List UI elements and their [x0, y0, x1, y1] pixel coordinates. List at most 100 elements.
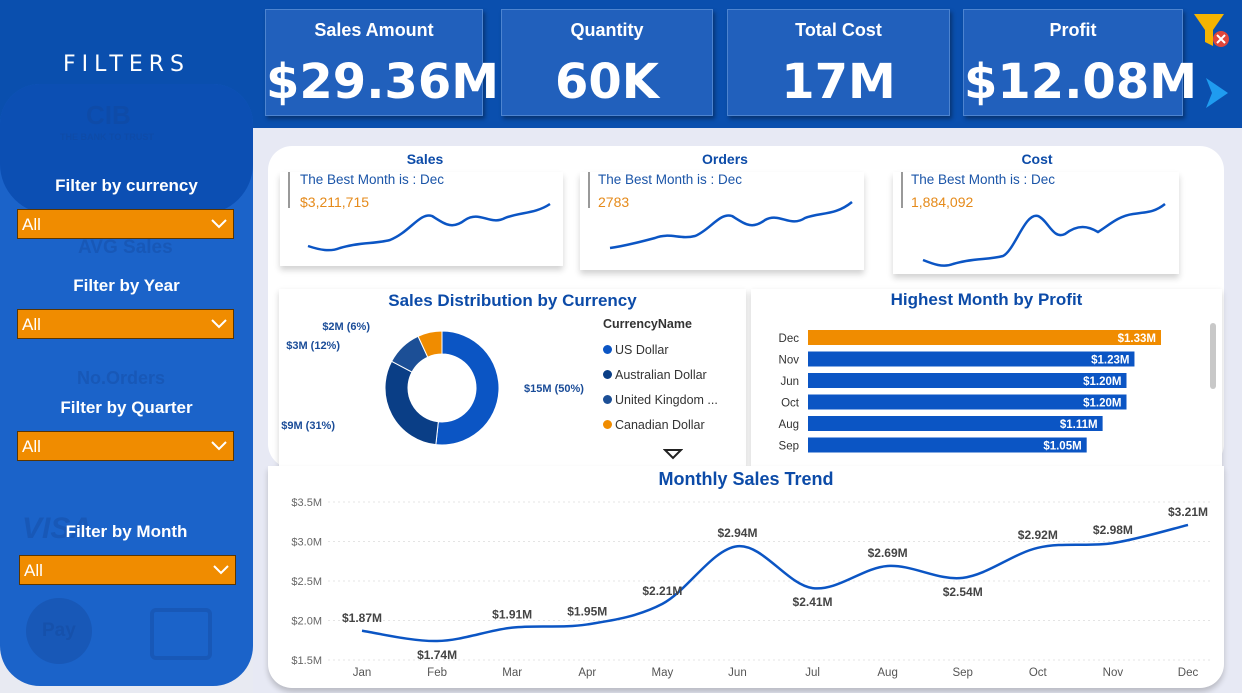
bar-category-label: Dec: [779, 333, 800, 345]
donut-data-label: $15M (50%): [524, 383, 584, 395]
chevron-down-icon: [211, 441, 227, 451]
bar[interactable]: [808, 416, 1103, 431]
spark-cost-card: The Best Month is : Dec 1,884,092: [893, 172, 1179, 274]
filter-month-label: Filter by Month: [65, 522, 188, 541]
bar-data-label: $1.33M: [1118, 333, 1156, 345]
legend-dot-icon: [603, 420, 612, 429]
legend-dot-icon: [603, 370, 612, 379]
data-label: $1.87M: [342, 611, 382, 625]
bar[interactable]: [808, 351, 1135, 367]
bar-data-label: $1.20M: [1083, 398, 1121, 410]
data-label: $2.41M: [793, 595, 833, 609]
currency-dropdown[interactable]: All: [17, 209, 234, 239]
x-tick-label: Sep: [952, 667, 972, 679]
chevron-down-icon: [211, 319, 227, 329]
data-label: $2.94M: [717, 526, 757, 540]
x-tick-label: Aug: [877, 667, 897, 679]
filter-currency-label: Filter by currency: [55, 176, 198, 195]
y-tick-label: $3.0M: [291, 537, 322, 549]
data-label: $1.74M: [417, 648, 457, 662]
legend-dot-icon: [603, 395, 612, 404]
x-tick-label: May: [651, 667, 673, 679]
x-tick-label: Mar: [502, 667, 522, 679]
bar[interactable]: [808, 373, 1127, 388]
spark-cost-title: Cost: [1021, 151, 1053, 167]
kpi-value: 60K: [555, 54, 659, 110]
legend-item[interactable]: United Kingdom ...: [603, 387, 718, 412]
bar-category-label: Sep: [779, 441, 799, 453]
kpi-value: 17M: [781, 54, 896, 110]
series-line[interactable]: [361, 523, 1189, 643]
legend-label: Canadian Dollar: [615, 417, 705, 432]
data-label: $2.54M: [943, 585, 983, 599]
legend-dot-icon: [603, 345, 612, 354]
legend-label: US Dollar: [615, 342, 669, 357]
pay-watermark: Pay: [42, 620, 76, 641]
donut-slice[interactable]: [384, 360, 439, 446]
donut-data-label: $9M (31%): [281, 420, 335, 432]
x-tick-label: Apr: [578, 667, 596, 679]
data-label: $2.92M: [1018, 528, 1058, 542]
kpi-title: Sales Amount: [314, 20, 434, 40]
x-tick-label: Jun: [728, 667, 747, 679]
data-label: $2.21M: [642, 584, 682, 598]
kpi-card-total-cost: Total Cost 17M: [727, 9, 950, 116]
currency-distribution-panel: Sales Distribution by Currency $15M (50%…: [279, 289, 746, 468]
spark-orders-line: [609, 201, 853, 250]
legend-item[interactable]: US Dollar: [603, 337, 718, 362]
filter-quarter-label: Filter by Quarter: [60, 398, 193, 417]
donut-data-label: $2M (6%): [322, 321, 370, 333]
spark-sales-line: [307, 202, 551, 252]
filters-title: FILTERS: [63, 52, 190, 77]
kpi-card-profit: Profit $12.08M: [963, 9, 1197, 116]
y-tick-label: $1.5M: [291, 655, 322, 667]
bar-chart: Dec $1.33M Nov $1.23M Jun $1.20M Oct $1.20M Aug $…: [779, 330, 1161, 453]
x-tick-label: Nov: [1103, 667, 1124, 679]
next-arrow-icon[interactable]: [1204, 76, 1230, 110]
bar-data-label: $1.05M: [1043, 441, 1081, 453]
data-label: $2.69M: [868, 546, 908, 560]
bar-category-label: Oct: [781, 398, 800, 410]
bank-logo-watermark: CIB: [86, 100, 131, 130]
donut-slice[interactable]: [435, 330, 500, 446]
y-tick-label: $2.0M: [291, 616, 322, 628]
year-dropdown[interactable]: All: [17, 309, 234, 339]
currency-dropdown-value: All: [22, 215, 41, 234]
data-label: $1.91M: [492, 608, 532, 622]
filter-year-label: Filter by Year: [73, 276, 180, 295]
x-tick-label: Oct: [1029, 667, 1048, 679]
bar[interactable]: [808, 330, 1161, 345]
y-tick-label: $2.5M: [291, 576, 322, 588]
donut-legend: US Dollar Australian Dollar United Kingdom…: [603, 337, 718, 437]
bar-data-label: $1.20M: [1083, 376, 1121, 388]
kpi-value: $29.36M: [266, 54, 499, 110]
chevron-down-icon: [213, 565, 229, 575]
kpi-card-quantity: Quantity 60K: [501, 9, 713, 116]
line-chart: $1.5M $2.0M $2.5M $3.0M $3.5M Jan $1.87M Feb $1.…: [291, 497, 1213, 679]
monthly-trend-panel: Monthly Sales Trend $1.5M $2.0M $2.5M $3.0M…: [268, 466, 1224, 688]
scroll-down-caret-icon[interactable]: [663, 448, 683, 460]
x-tick-label: Jan: [353, 667, 372, 679]
bar-category-label: Jun: [780, 376, 799, 388]
month-dropdown[interactable]: All: [19, 555, 236, 585]
legend-item[interactable]: Canadian Dollar: [603, 412, 718, 437]
x-tick-label: Feb: [427, 667, 447, 679]
kpi-title: Quantity: [570, 20, 644, 40]
bar-category-label: Aug: [779, 419, 799, 431]
no-orders-watermark: No.Orders: [77, 368, 166, 388]
legend-title: CurrencyName: [603, 317, 692, 331]
x-tick-label: Jul: [805, 667, 820, 679]
x-tick-label: Dec: [1178, 667, 1199, 679]
quarter-dropdown[interactable]: All: [17, 431, 234, 461]
y-tick-label: $3.5M: [291, 497, 322, 509]
legend-item[interactable]: Australian Dollar: [603, 362, 718, 387]
spark-cost-line: [922, 203, 1166, 267]
bar[interactable]: [808, 394, 1127, 410]
filter-clear-icon[interactable]: [1192, 12, 1236, 52]
vertical-scrollbar[interactable]: [1210, 323, 1216, 389]
spark-orders-card: The Best Month is : Dec 2783: [580, 172, 864, 270]
kpi-title: Total Cost: [795, 20, 882, 40]
bank-tagline-watermark: THE BANK TO TRUST: [60, 132, 154, 142]
kpi-title: Profit: [1049, 20, 1097, 40]
kpi-value: $12.08M: [964, 54, 1197, 110]
